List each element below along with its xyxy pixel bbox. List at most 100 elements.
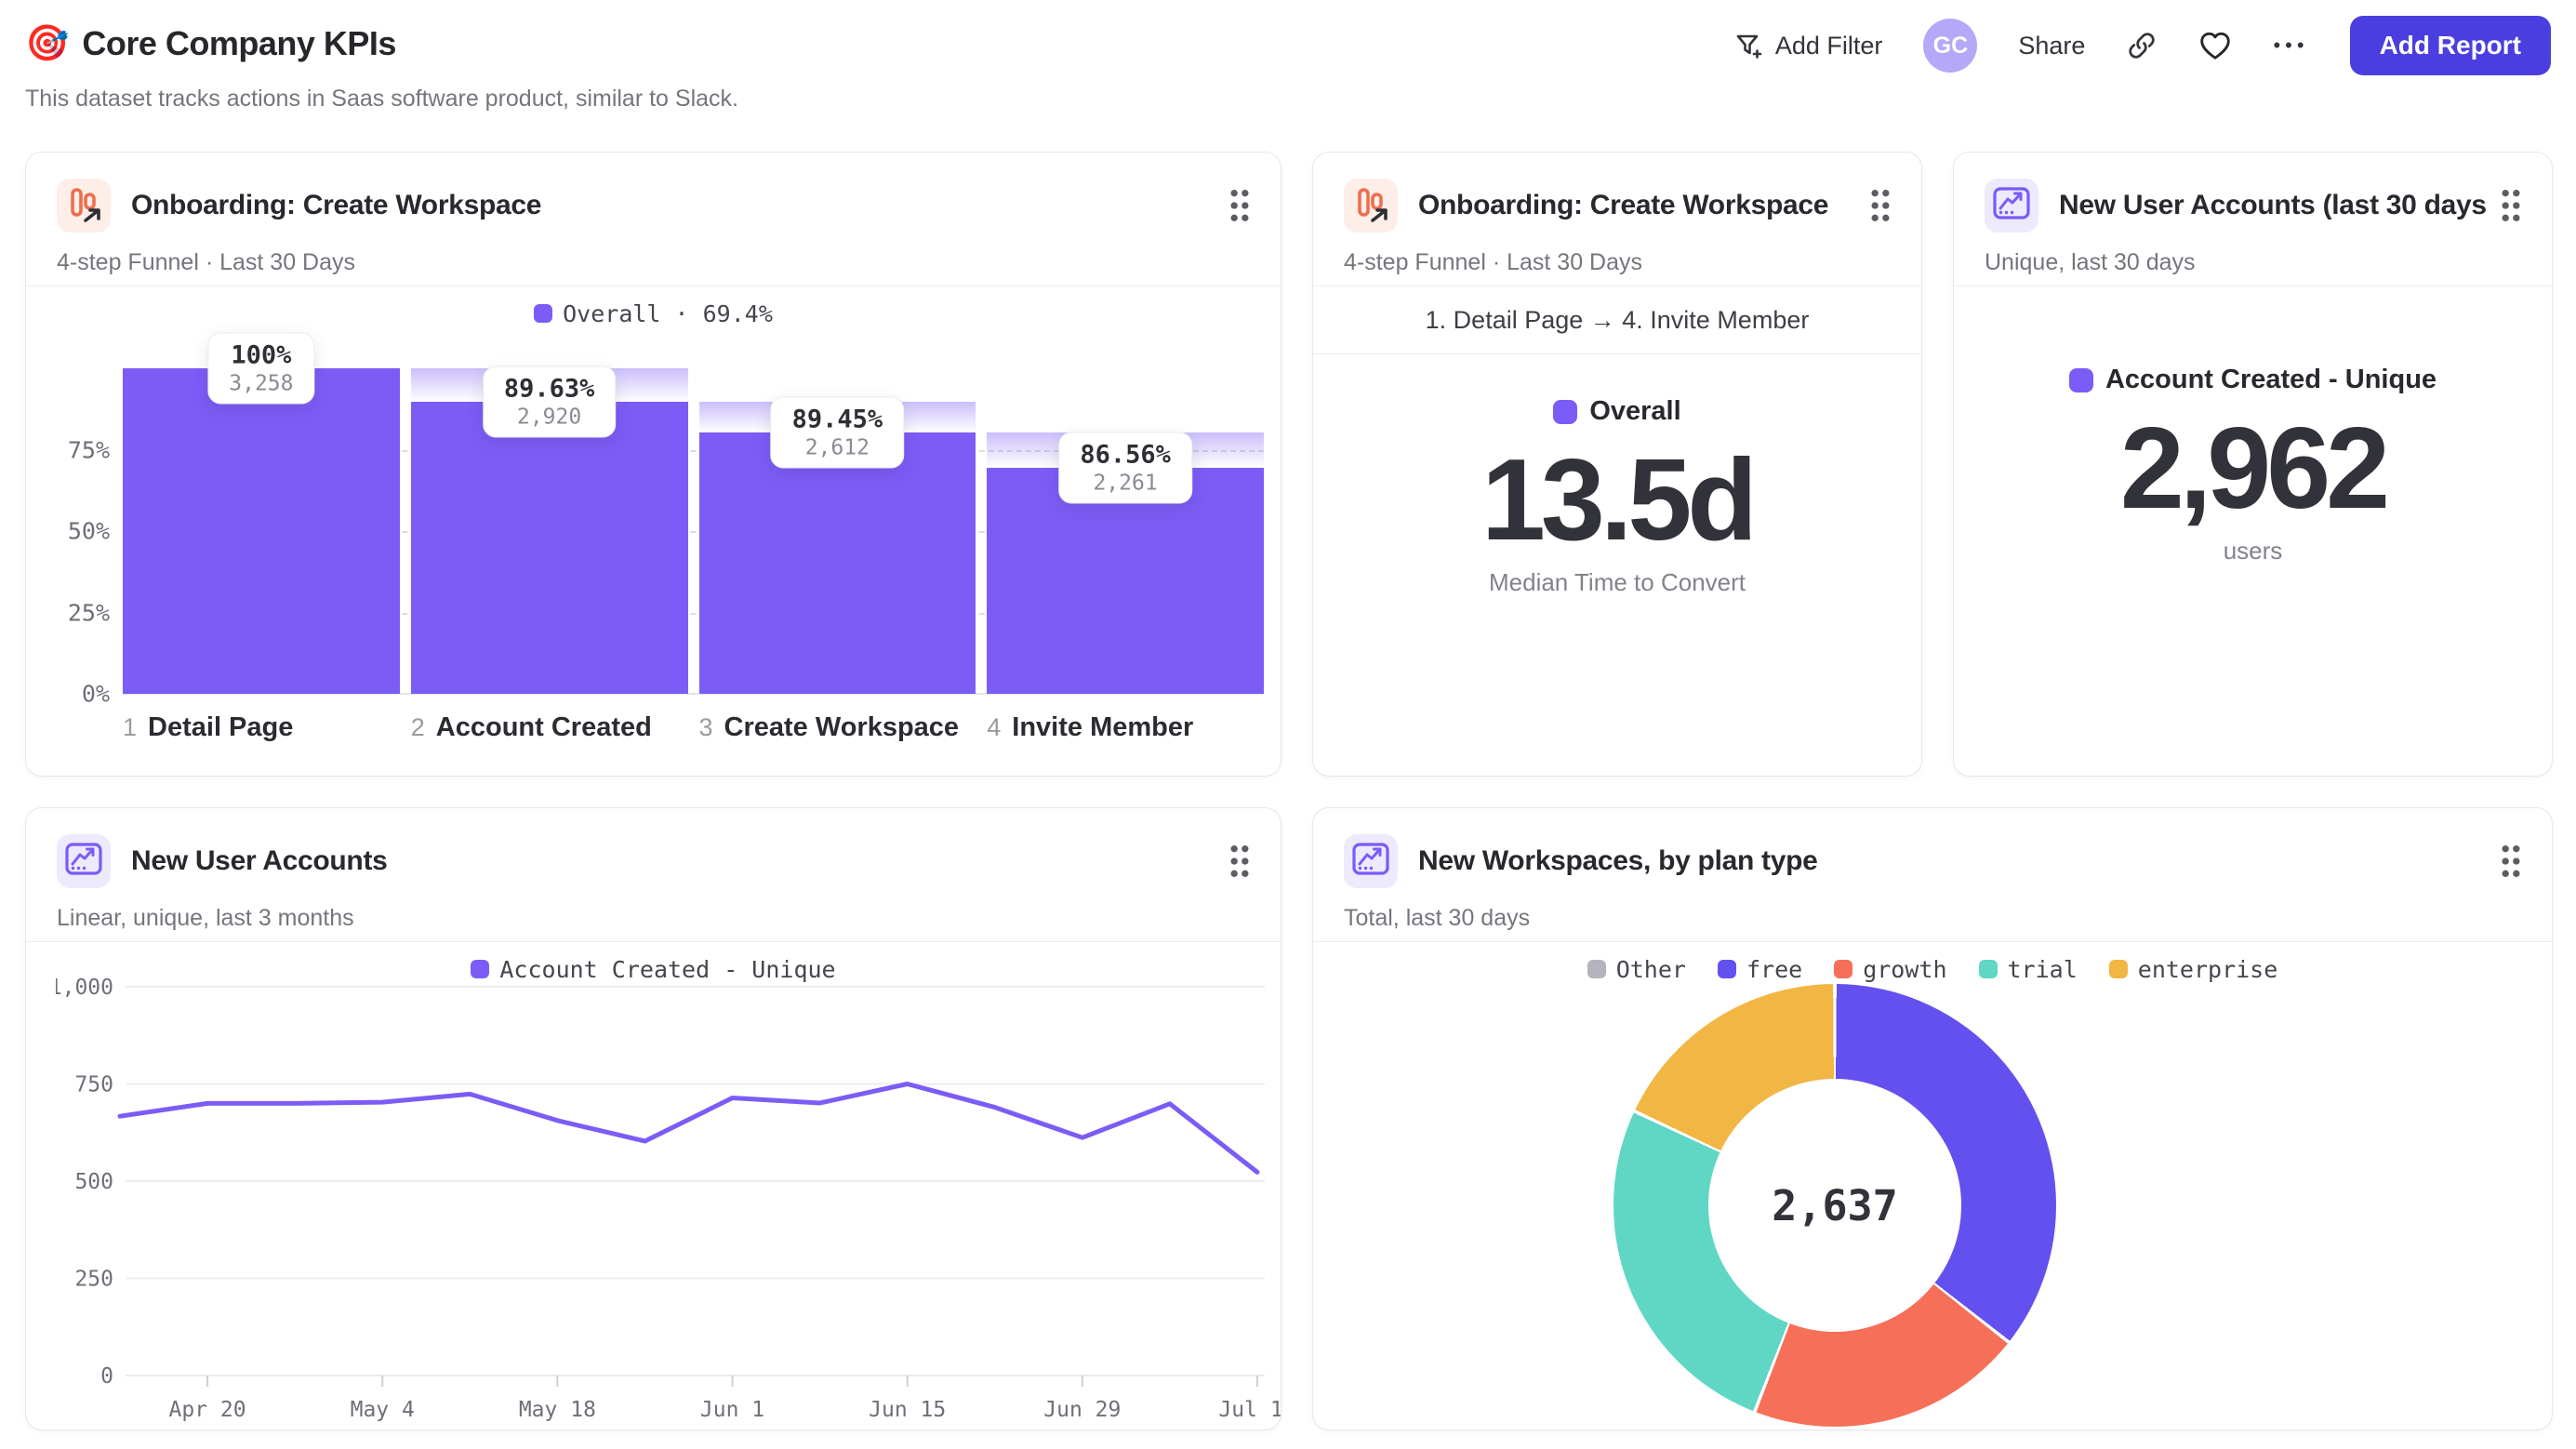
share-button[interactable]: Share: [2018, 32, 2085, 60]
legend-item-other[interactable]: Other: [1587, 956, 1686, 983]
funnel-bar-fill: [123, 368, 400, 694]
insights-report-icon: [1985, 179, 2038, 233]
more-options-button[interactable]: •••: [2273, 33, 2308, 58]
add-filter-button[interactable]: Add Filter: [1734, 31, 1882, 60]
svg-text:Jun 29: Jun 29: [1043, 1398, 1121, 1422]
drag-handle-icon[interactable]: [1867, 187, 1893, 224]
card-new-workspaces-donut: New Workspaces, by plan type Total, last…: [1312, 807, 2553, 1430]
card-title: New Workspaces, by plan type: [1418, 845, 1818, 876]
legend-chip: [1834, 960, 1853, 978]
svg-text:Jun 1: Jun 1: [700, 1398, 764, 1422]
funnel-bar[interactable]: 86.56% 2,261: [987, 368, 1264, 694]
insights-report-icon: [57, 834, 111, 888]
metric-legend: Account Created - Unique: [2068, 365, 2437, 395]
drag-handle-icon[interactable]: [2498, 843, 2524, 880]
svg-text:Apr 20: Apr 20: [169, 1398, 246, 1422]
funnel-bar[interactable]: 89.63% 2,920: [410, 366, 688, 694]
legend-label: free: [1746, 955, 1803, 983]
add-report-button[interactable]: Add Report: [2349, 16, 2551, 75]
legend-chip: [2108, 960, 2128, 978]
funnel-step-label: 1 Detail Page: [123, 712, 294, 742]
legend-item-enterprise[interactable]: enterprise: [2108, 955, 2278, 983]
copy-link-icon[interactable]: [2126, 30, 2158, 61]
legend-chip: [1587, 960, 1606, 978]
legend-item-free[interactable]: free: [1717, 955, 1803, 983]
funnel-report-icon: [57, 179, 111, 233]
card-subtitle: Linear, unique, last 3 months: [57, 905, 354, 931]
page-title: Core Company KPIs: [82, 24, 396, 62]
legend-label: Other: [1615, 955, 1686, 983]
card-time-to-convert: Onboarding: Create Workspace 4-step Funn…: [1312, 152, 1922, 777]
line-chart: 0 250 500 750 1,000 Apr 20 May 4 May 18 Jun 1 Jun…: [56, 977, 1281, 1422]
y-axis-tick: 50%: [67, 517, 110, 545]
funnel-step-labels: 1 Detail Page 2 Account Created 3 Create Work…: [123, 712, 1264, 743]
funnel-step-label: 4 Invite Member: [987, 712, 1194, 742]
card-title: New User Accounts: [131, 845, 388, 876]
svg-text:500: 500: [74, 1170, 113, 1194]
funnel-bar-fill: [698, 432, 976, 694]
donut-chart: 2,637: [1613, 984, 2056, 1427]
drag-handle-icon[interactable]: [2498, 187, 2524, 224]
svg-text:0: 0: [100, 1364, 113, 1389]
funnel-plot: 100% 3,258 89.63% 2,920 89.45% 2,612 86.56% 2,2…: [123, 332, 1264, 695]
metric-legend: Overall: [1553, 396, 1681, 427]
avatar[interactable]: GC: [1923, 19, 1978, 73]
funnel-bar[interactable]: 89.45% 2,612: [698, 368, 976, 694]
favorite-heart-icon[interactable]: [2198, 30, 2232, 61]
donut-total: 2,637: [1772, 1180, 1898, 1230]
dashboard-header: 🎯 Core Company KPIs This dataset tracks …: [25, 0, 2551, 140]
funnel-value-tooltip: 100% 3,258: [207, 332, 315, 405]
card-new-user-accounts-line: New User Accounts Linear, unique, last 3…: [25, 807, 1281, 1430]
legend-label: Account Created - Unique: [2105, 365, 2437, 394]
legend-chip: [1553, 399, 1578, 424]
legend-chip: [1978, 960, 1998, 978]
funnel-bar[interactable]: 100% 3,258: [123, 332, 400, 694]
card-title: Onboarding: Create Workspace: [131, 190, 542, 220]
card-subtitle: Unique, last 30 days: [1985, 249, 2196, 275]
metric-caption: Median Time to Convert: [1488, 567, 1746, 596]
funnel-value-tooltip: 86.56% 2,261: [1058, 432, 1192, 504]
card-subtitle: 4-step Funnel · Last 30 Days: [1344, 249, 1642, 275]
svg-text:Jun 15: Jun 15: [869, 1398, 946, 1422]
svg-text:250: 250: [74, 1268, 113, 1292]
svg-text:May 4: May 4: [351, 1398, 415, 1422]
funnel-bar-fill: [410, 402, 688, 694]
legend-item-growth[interactable]: growth: [1834, 955, 1947, 983]
legend-label: growth: [1863, 955, 1947, 983]
page-subtitle: This dataset tracks actions in Saas soft…: [25, 86, 738, 112]
svg-text:Jul 13: Jul 13: [1218, 1398, 1281, 1422]
legend-chip: [2068, 367, 2093, 392]
card-subtitle: 4-step Funnel · Last 30 Days: [57, 249, 355, 275]
legend-chip: [471, 960, 490, 978]
insights-report-icon: [1344, 834, 1398, 888]
funnel-y-axis: 75% 50% 25% 0%: [52, 368, 110, 708]
metric-caption: users: [2223, 536, 2283, 565]
card-new-user-accounts-30d: New User Accounts (last 30 days) Unique,…: [1953, 152, 2553, 777]
legend-label: Overall: [1589, 396, 1681, 426]
legend-item-trial[interactable]: trial: [1978, 955, 2078, 983]
legend-label: enterprise: [2137, 955, 2278, 983]
legend-label: trial: [2007, 955, 2078, 983]
funnel-value-tooltip: 89.63% 2,920: [482, 366, 617, 438]
legend-chip: [1717, 960, 1736, 978]
card-title: Onboarding: Create Workspace: [1418, 190, 1829, 220]
metric-value: 13.5d: [1481, 435, 1758, 565]
legend-chip: [534, 304, 553, 323]
card-title: New User Accounts (last 30 days): [2059, 190, 2487, 220]
y-axis-tick: 0%: [81, 680, 110, 708]
card-onboarding-funnel: Onboarding: Create Workspace 4-step Funn…: [25, 152, 1281, 777]
funnel-report-icon: [1344, 179, 1398, 233]
metric-value: 2,962: [2119, 404, 2390, 533]
svg-text:750: 750: [74, 1073, 113, 1097]
drag-handle-icon[interactable]: [1227, 187, 1253, 224]
y-axis-tick: 25%: [67, 599, 110, 626]
filter-plus-icon: [1734, 31, 1764, 60]
legend-label: Overall · 69.4%: [563, 299, 773, 327]
svg-text:1,000: 1,000: [56, 977, 113, 1000]
funnel-value-tooltip: 89.45% 2,612: [770, 396, 905, 469]
drag-handle-icon[interactable]: [1227, 843, 1253, 880]
card-subtitle: Total, last 30 days: [1344, 905, 1531, 931]
funnel-step-label: 2 Account Created: [410, 712, 652, 742]
target-emoji-icon: 🎯: [25, 24, 70, 63]
line-series[interactable]: [117, 1082, 1260, 1175]
